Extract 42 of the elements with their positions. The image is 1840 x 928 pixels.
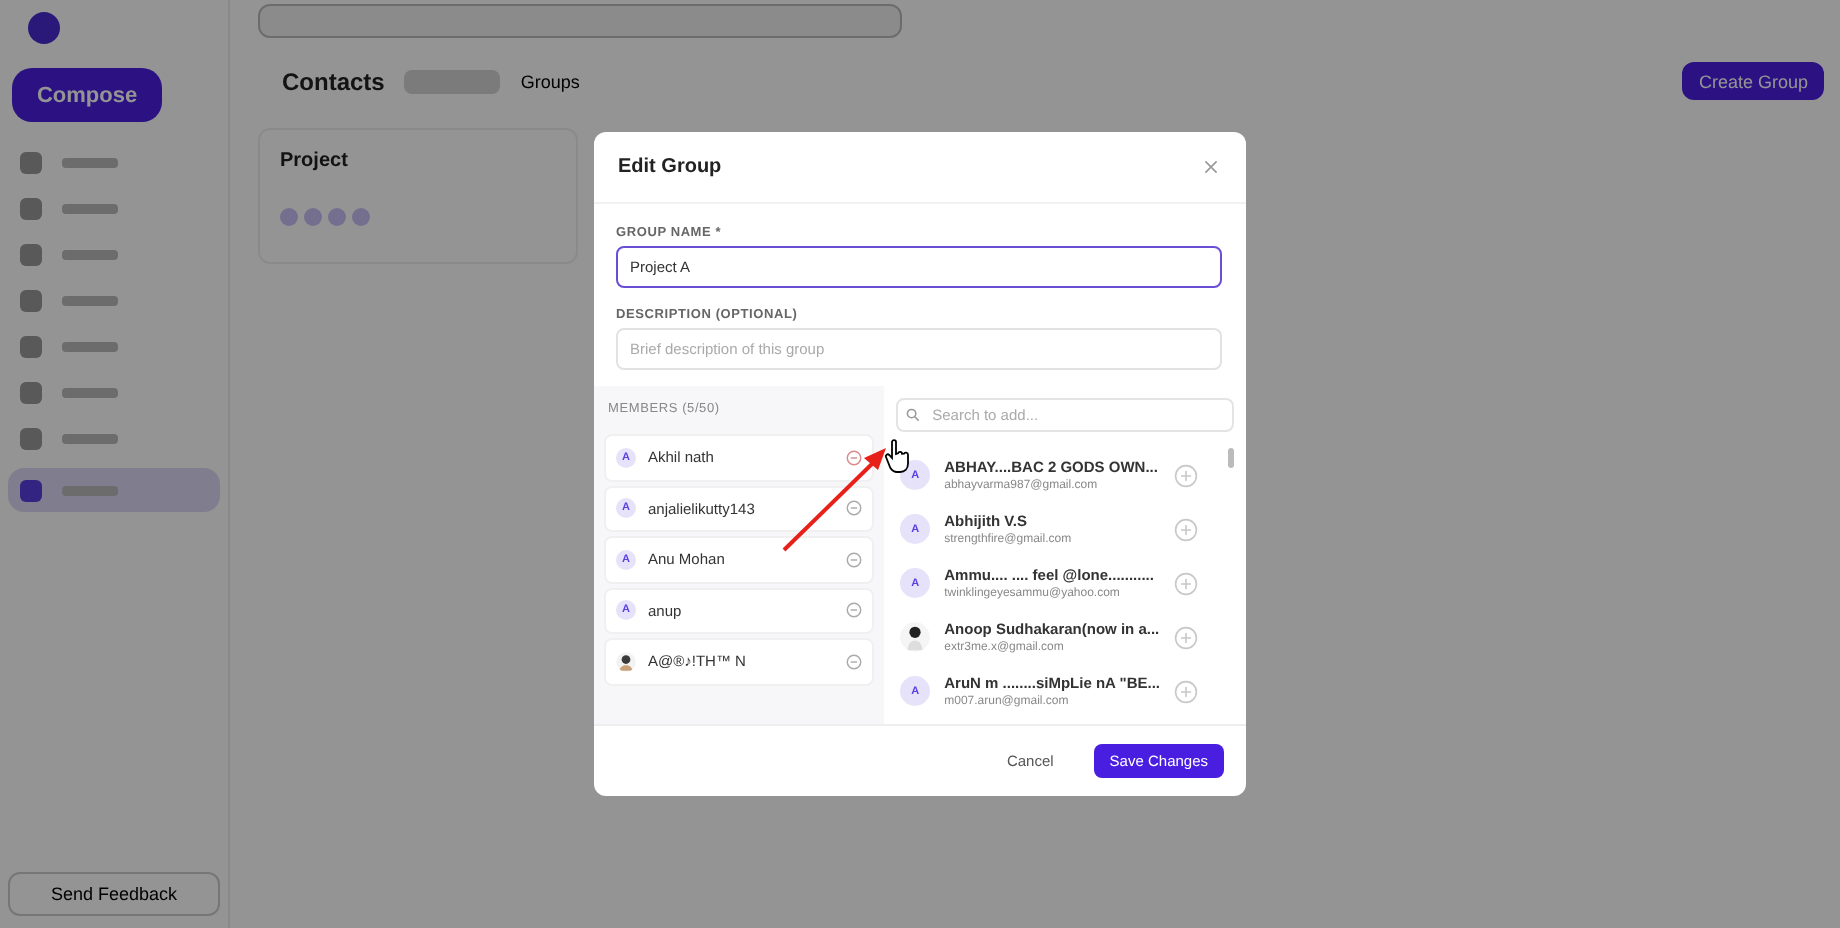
nav-icon[interactable]	[20, 427, 42, 449]
scrollbar[interactable]	[1228, 448, 1234, 468]
tab[interactable]: Groups	[520, 71, 580, 91]
page-title: Contacts	[282, 67, 385, 95]
add-icon[interactable]	[1174, 625, 1198, 649]
nav-item-highlight[interactable]	[8, 468, 220, 512]
feedback-button[interactable]: Send Feedback	[8, 872, 220, 916]
add-icon[interactable]	[1174, 517, 1198, 541]
logo-icon	[28, 12, 60, 44]
compose-button[interactable]: Compose	[12, 68, 162, 122]
nav-label-bar[interactable]	[62, 157, 118, 167]
search-icon	[906, 408, 921, 422]
close-icon[interactable]	[1204, 160, 1218, 174]
add-icon[interactable]	[1174, 679, 1198, 703]
search-field[interactable]	[258, 4, 902, 38]
nav-label-bar[interactable]	[62, 387, 118, 397]
contacts-icon	[20, 479, 42, 501]
nav-label-bar[interactable]	[62, 295, 118, 305]
nav-label-bar[interactable]	[62, 433, 118, 443]
annotation-arrow	[780, 442, 892, 554]
nav-label-bar[interactable]	[62, 203, 118, 213]
remove-icon[interactable]	[846, 500, 863, 517]
add-icon[interactable]	[1174, 463, 1198, 487]
remove-icon[interactable]	[846, 449, 863, 466]
nav-icon[interactable]	[20, 335, 42, 357]
dialog-title: Edit Group	[618, 156, 722, 178]
create-group-button[interactable]: Create Group	[1682, 62, 1824, 100]
nav-icon[interactable]	[20, 381, 42, 403]
add-icon[interactable]	[1174, 571, 1198, 595]
nav-label-bar	[62, 485, 118, 495]
nav-icon[interactable]	[20, 243, 42, 265]
nav-label-bar[interactable]	[62, 249, 118, 259]
group-card[interactable]: Project	[258, 128, 578, 264]
nav-icon[interactable]	[20, 289, 42, 311]
remove-icon[interactable]	[846, 551, 863, 568]
remove-icon[interactable]	[846, 602, 863, 619]
nav-icon[interactable]	[20, 151, 42, 173]
group-title: Project	[280, 150, 350, 172]
nav-icon[interactable]	[20, 197, 42, 219]
remove-icon[interactable]	[846, 653, 863, 670]
nav-label-bar[interactable]	[62, 341, 118, 351]
tab[interactable]	[404, 69, 501, 93]
